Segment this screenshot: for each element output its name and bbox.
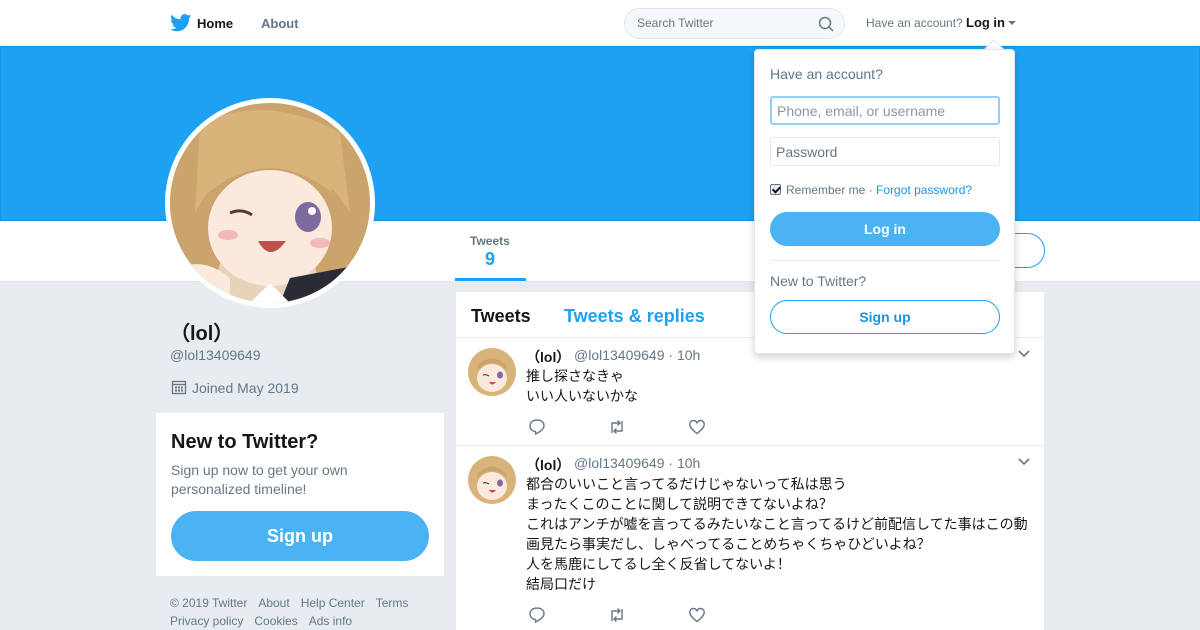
avatar-illustration [170,103,370,303]
search-icon[interactable] [818,16,834,32]
retweet-icon[interactable] [608,606,626,624]
tweet-author-handle[interactable]: @lol13409649 · 10h [574,455,700,471]
signup-card-description: Sign up now to get your own personalized… [171,462,348,497]
tab-tweets[interactable]: Tweets [471,306,531,327]
tweet-text-line: 人を馬鹿にしてるし全く反省してないよ！ [526,557,791,573]
search-input[interactable]: Search Twitter [637,16,713,30]
stat-label: Tweets [470,234,510,248]
tweet-author-name[interactable]: （lol） [526,455,570,475]
tweet-text-line: まったくこのことに関して説明できてないよね？ [526,497,833,513]
profile-display-name: （lol） [170,323,234,345]
chevron-down-icon[interactable] [1018,350,1030,358]
tweet-actions [528,606,728,624]
nav-home[interactable]: Home [197,16,233,31]
tweet-text-line: いい人いないかな [526,389,638,405]
tweet-avatar[interactable] [468,348,516,396]
separator-dot: · [868,183,873,197]
reply-icon[interactable] [528,418,546,436]
dropdown-title: Have an account? [770,66,883,82]
tweet[interactable]: （lol） @lol13409649 · 10h 都合のいいこと言ってるだけじゃ… [456,446,1044,630]
tweet-author-name[interactable]: （lol） [526,347,570,367]
stat-value: 9 [485,249,496,269]
chevron-down-icon[interactable] [1018,458,1030,466]
tweet-text: 推し探さなきゃ いい人いないかな [526,367,1034,407]
tweet-text: 都合のいいこと言ってるだけじゃないって私は思う まったくこのことに関して説明でき… [526,475,1034,595]
new-to-twitter-text: New to Twitter? [770,273,867,289]
signup-button[interactable]: Sign up [171,511,429,561]
reply-icon[interactable] [528,606,546,624]
tweet-actions [528,418,728,436]
stat-tweets[interactable]: Tweets 9 [455,221,526,281]
tweet[interactable]: （lol） @lol13409649 · 10h 推し探さなきゃ いい人いないか… [456,338,1044,446]
footer-link-terms[interactable]: Terms [376,596,409,610]
login-dropdown-toggle[interactable]: Log in [966,15,1005,30]
password-field[interactable] [770,137,1000,166]
joined-date: Joined May 2019 [192,380,299,396]
login-button[interactable]: Log in [770,212,1000,246]
tweet-author-handle[interactable]: @lol13409649 · 10h [574,347,700,363]
remember-label[interactable]: Remember me [786,183,865,197]
tweet-text-line: 推し探さなきゃ [526,369,624,385]
tweet-avatar[interactable] [468,456,516,504]
have-account-text: Have an account? [866,16,963,30]
footer-link-cookies[interactable]: Cookies [254,614,297,628]
top-nav: Home About Search Twitter Have an accoun… [0,0,1200,46]
footer-links: © 2019 Twitter About Help Center Terms Priv… [170,594,440,630]
profile-handle: @lol13409649 [170,347,261,363]
tweet-text-line: 画見たら事実だし、しゃべってることめちゃくちゃひどいよね？ [526,537,931,553]
tweet-text-line: 都合のいいこと言ってるだけじゃないって私は思う [526,477,847,493]
nav-about[interactable]: About [261,16,299,31]
username-field[interactable] [770,96,1000,125]
like-icon[interactable] [688,418,706,436]
search-box[interactable]: Search Twitter [624,8,845,39]
forgot-password-link[interactable]: Forgot password? [876,183,972,197]
retweet-icon[interactable] [608,418,626,436]
tweet-text-line: これはアンチが嘘を言ってるみたいなこと言ってるけど前配信してた事はこの動 [526,517,1028,533]
footer-copyright: © 2019 Twitter [170,596,248,610]
signup-card: New to Twitter? Sign up now to get your … [156,413,444,576]
footer-link-ads[interactable]: Ads info [309,614,352,628]
calendar-icon [171,380,187,395]
remember-checkbox[interactable] [770,184,781,195]
footer-link-help[interactable]: Help Center [301,596,365,610]
remember-row: Remember me · Forgot password? [770,183,972,197]
tweet-text-line: 結局口だけ [526,577,596,593]
caret-down-icon[interactable] [1008,21,1016,25]
twitter-bird-icon[interactable] [170,14,192,32]
profile-avatar[interactable] [165,98,375,308]
login-dropdown: Have an account? Remember me · Forgot pa… [754,49,1015,354]
divider [770,260,1000,261]
footer-link-privacy[interactable]: Privacy policy [170,614,243,628]
tab-tweets-replies[interactable]: Tweets & replies [564,306,705,327]
signup-card-title: New to Twitter? [171,431,319,453]
like-icon[interactable] [688,606,706,624]
footer-link-about[interactable]: About [258,596,289,610]
dropdown-signup-button[interactable]: Sign up [770,300,1000,334]
